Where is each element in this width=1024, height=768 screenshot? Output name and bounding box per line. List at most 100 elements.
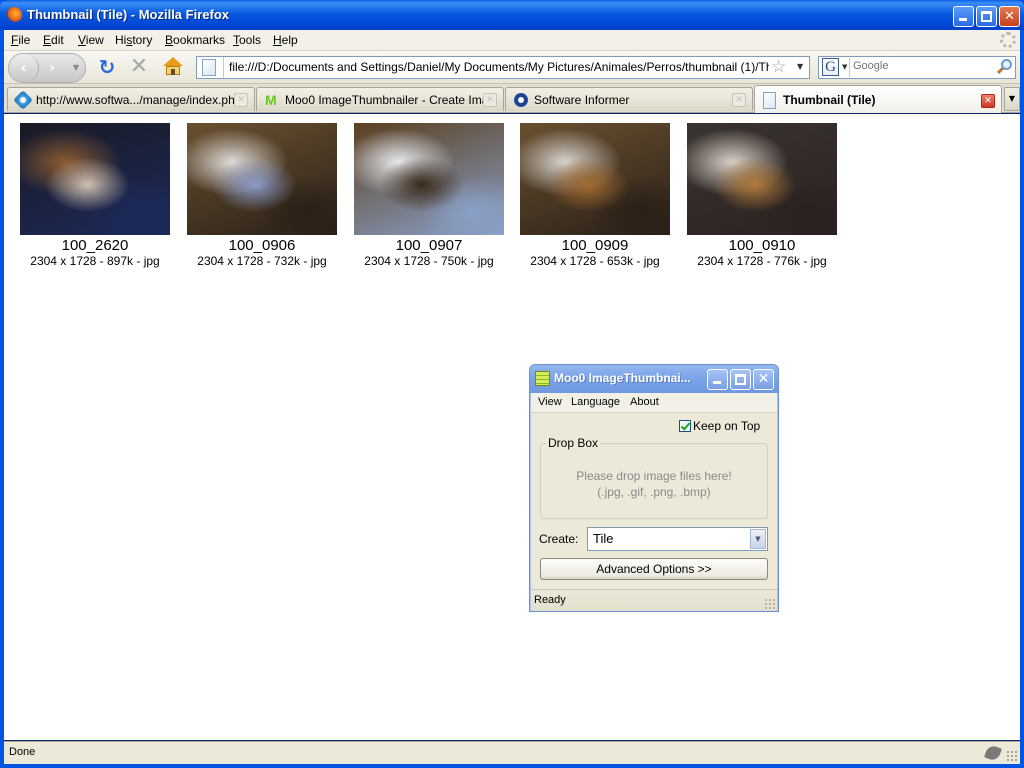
stop-button[interactable]: ✕ bbox=[128, 56, 150, 78]
thumbnail-image[interactable] bbox=[187, 123, 337, 235]
tab-close-icon[interactable]: ✕ bbox=[981, 94, 995, 108]
dialog-title-bar[interactable]: Moo0 ImageThumbnai... ✕ bbox=[530, 365, 778, 393]
tab-thumbnail-tile[interactable]: Thumbnail (Tile) ✕ bbox=[754, 85, 1002, 113]
history-dropdown-button[interactable]: ▼ bbox=[69, 58, 83, 78]
page-content: 100_2620 2304 x 1728 - 897k - jpg 100_09… bbox=[4, 114, 1020, 740]
dialog-minimize-button[interactable] bbox=[707, 369, 728, 390]
menu-file[interactable]: File bbox=[11, 33, 30, 47]
keep-on-top-label: Keep on Top bbox=[693, 419, 761, 433]
tab-bar: http://www.softwa.../manage/index.php ✕ … bbox=[4, 84, 1020, 113]
thumbnail-name: 100_0909 bbox=[561, 237, 629, 254]
chevron-down-icon: ▼ bbox=[72, 63, 80, 72]
tab-softwa-manage[interactable]: http://www.softwa.../manage/index.php ✕ bbox=[7, 87, 255, 111]
bookmark-star-icon[interactable]: ☆ bbox=[771, 57, 786, 77]
advanced-options-button[interactable]: Advanced Options >> bbox=[540, 558, 768, 580]
url-dropdown-icon[interactable]: ▼ bbox=[797, 62, 803, 71]
search-button[interactable] bbox=[996, 59, 1012, 75]
title-bar: Thumbnail (Tile) - Mozilla Firefox ✕ bbox=[0, 0, 1024, 30]
thumbnail-info: 2304 x 1728 - 776k - jpg bbox=[697, 254, 827, 268]
firefox-logo-icon bbox=[6, 7, 22, 23]
thumbnail-name: 100_0910 bbox=[728, 237, 796, 254]
browser-chrome: File Edit View History Bookmarks Tools H… bbox=[4, 30, 1020, 113]
chevron-down-icon[interactable]: ▼ bbox=[750, 529, 766, 549]
thumbnail-image[interactable] bbox=[20, 123, 170, 235]
url-bar[interactable]: file:///D:/Documents and Settings/Daniel… bbox=[196, 56, 810, 79]
status-bar: Done bbox=[4, 741, 1020, 764]
maximize-icon bbox=[735, 374, 746, 385]
dialog-menu-language[interactable]: Language bbox=[571, 396, 620, 408]
page-icon bbox=[202, 59, 216, 76]
throbber-icon bbox=[1000, 32, 1016, 48]
dialog-menu-view[interactable]: View bbox=[538, 396, 562, 408]
reload-button[interactable]: ↻ bbox=[96, 56, 118, 78]
checkbox-checked-icon[interactable] bbox=[679, 420, 691, 432]
back-button[interactable]: ‹ bbox=[9, 54, 39, 82]
drop-box-hint-line1: Please drop image files here! bbox=[576, 469, 732, 483]
thumbnail-name: 100_0906 bbox=[228, 237, 296, 254]
tab-list-button[interactable]: ▼ bbox=[1004, 87, 1020, 111]
back-forward-group: ‹ › ▼ bbox=[8, 53, 86, 83]
thumbnail-item[interactable]: 100_0907 2304 x 1728 - 750k - jpg bbox=[354, 123, 504, 269]
chevron-down-icon: ▼ bbox=[842, 63, 848, 71]
close-icon: ✕ bbox=[757, 371, 770, 387]
create-select-value: Tile bbox=[593, 531, 614, 546]
thumbnail-info: 2304 x 1728 - 750k - jpg bbox=[364, 254, 494, 268]
keep-on-top-checkbox[interactable]: Keep on Top bbox=[679, 419, 760, 433]
thumbnail-item[interactable]: 100_2620 2304 x 1728 - 897k - jpg bbox=[20, 123, 170, 269]
forward-button[interactable]: › bbox=[41, 58, 63, 78]
minimize-icon bbox=[713, 381, 721, 384]
home-icon-door bbox=[171, 69, 175, 75]
thumbnail-name: 100_0907 bbox=[395, 237, 463, 254]
dialog-menu-about[interactable]: About bbox=[630, 396, 659, 408]
resize-grip[interactable] bbox=[764, 598, 775, 609]
thumbnail-item[interactable]: 100_0910 2304 x 1728 - 776k - jpg bbox=[687, 123, 837, 269]
tab-close-icon[interactable]: ✕ bbox=[234, 93, 248, 107]
page-icon bbox=[763, 92, 776, 109]
menu-edit[interactable]: Edit bbox=[43, 33, 64, 47]
chevron-down-icon: ▼ bbox=[1008, 94, 1016, 103]
menu-history[interactable]: History bbox=[115, 33, 152, 47]
maximize-button[interactable] bbox=[976, 6, 997, 27]
close-button[interactable]: ✕ bbox=[999, 6, 1020, 27]
create-label: Create: bbox=[539, 532, 579, 546]
thumbnail-info: 2304 x 1728 - 653k - jpg bbox=[530, 254, 660, 268]
tab-close-icon[interactable]: ✕ bbox=[483, 93, 497, 107]
resize-grip[interactable] bbox=[1006, 750, 1018, 762]
status-addon-icon[interactable] bbox=[984, 744, 1002, 762]
minimize-button[interactable] bbox=[953, 6, 974, 27]
google-icon: G bbox=[822, 58, 839, 76]
tab-moo0-imagethumbnailer[interactable]: M Moo0 ImageThumbnailer - Create Imag...… bbox=[256, 87, 504, 111]
tab-close-icon[interactable]: ✕ bbox=[732, 93, 746, 107]
menu-bookmarks[interactable]: Bookmarks bbox=[165, 33, 225, 47]
navigation-toolbar: ‹ › ▼ ↻ ✕ file:///D:/Documents and Setti… bbox=[4, 51, 1020, 84]
minimize-icon bbox=[959, 18, 967, 21]
url-input[interactable]: file:///D:/Documents and Settings/Daniel… bbox=[229, 60, 769, 74]
menu-help[interactable]: Help bbox=[273, 33, 298, 47]
dialog-menu-bar: View Language About bbox=[531, 393, 777, 413]
thumbnail-info: 2304 x 1728 - 897k - jpg bbox=[30, 254, 160, 268]
moo0-dialog: Moo0 ImageThumbnai... ✕ View Language Ab… bbox=[529, 364, 779, 612]
dialog-status-bar: Ready bbox=[531, 589, 777, 611]
thumbnail-image[interactable] bbox=[687, 123, 837, 235]
thumbnail-image[interactable] bbox=[520, 123, 670, 235]
tab-software-informer[interactable]: Software Informer ✕ bbox=[505, 87, 753, 111]
dialog-close-button[interactable]: ✕ bbox=[753, 369, 774, 390]
thumbnail-item[interactable]: 100_0909 2304 x 1728 - 653k - jpg bbox=[520, 123, 670, 269]
tab-label: Software Informer bbox=[534, 93, 630, 107]
drop-box[interactable]: Drop Box Please drop image files here! (… bbox=[540, 436, 768, 519]
dialog-maximize-button[interactable] bbox=[730, 369, 751, 390]
menu-view[interactable]: View bbox=[78, 33, 104, 47]
search-engine-button[interactable]: G ▼ bbox=[820, 58, 850, 77]
home-button[interactable] bbox=[162, 57, 184, 77]
menu-tools[interactable]: Tools bbox=[233, 33, 261, 47]
tab-label: Thumbnail (Tile) bbox=[783, 93, 876, 107]
maximize-icon bbox=[981, 11, 992, 22]
dialog-title: Moo0 ImageThumbnai... bbox=[554, 371, 691, 385]
create-select[interactable]: Tile ▼ bbox=[587, 527, 768, 551]
tab-label: http://www.softwa.../manage/index.php bbox=[36, 93, 236, 107]
menu-bar: File Edit View History Bookmarks Tools H… bbox=[4, 30, 1020, 51]
thumbnail-image[interactable] bbox=[354, 123, 504, 235]
search-input[interactable] bbox=[853, 60, 993, 72]
dialog-status-text: Ready bbox=[534, 594, 566, 606]
thumbnail-item[interactable]: 100_0906 2304 x 1728 - 732k - jpg bbox=[187, 123, 337, 269]
